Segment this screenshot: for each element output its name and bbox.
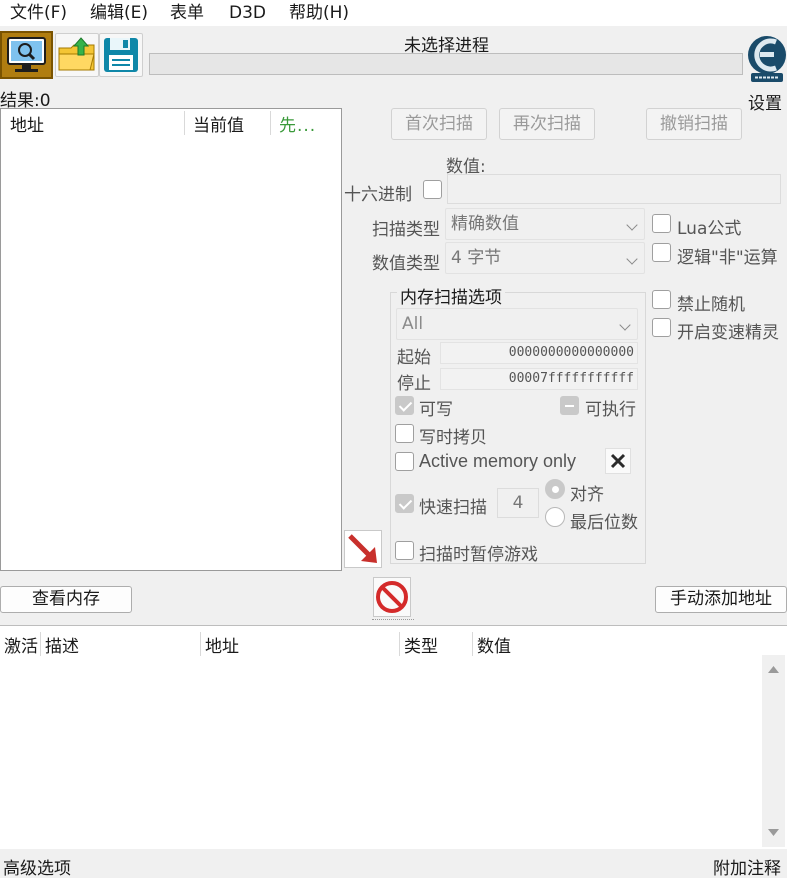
column-separator: [472, 632, 473, 656]
floppy-disk-icon: [104, 38, 138, 72]
column-separator: [200, 632, 201, 656]
column-value[interactable]: 数值: [477, 632, 511, 657]
undo-scan-button[interactable]: 撤销扫描: [646, 108, 742, 140]
menu-help[interactable]: 帮助(H): [289, 2, 349, 24]
settings-button[interactable]: [747, 28, 787, 84]
not-logic-label: 逻辑"非"运算: [677, 248, 778, 268]
hex-checkbox[interactable]: [423, 180, 442, 199]
column-separator: [399, 632, 400, 656]
column-previous-value[interactable]: 先...: [279, 111, 316, 136]
last-digits-label: 最后位数: [570, 513, 638, 533]
value-input[interactable]: [447, 174, 781, 204]
writable-checkbox[interactable]: [395, 396, 414, 415]
scroll-down-icon: [768, 829, 779, 836]
active-memory-label: Active memory only: [419, 451, 577, 471]
column-separator: [184, 111, 185, 135]
arrow-down-right-icon: [348, 534, 377, 563]
add-selected-to-list-button[interactable]: [344, 530, 382, 568]
speedhack-label: 开启变速精灵: [677, 323, 779, 343]
next-scan-button[interactable]: 再次扫描: [499, 108, 595, 140]
lua-formula-label: Lua公式: [677, 219, 742, 239]
open-file-button[interactable]: [55, 33, 99, 77]
column-address[interactable]: 地址: [10, 111, 44, 136]
menu-edit[interactable]: 编辑(E): [90, 2, 148, 24]
fast-scan-alignment-input[interactable]: 4: [497, 488, 539, 518]
scan-progress-bar: [149, 53, 743, 75]
memory-scan-options-title: 内存扫描选项: [397, 283, 505, 308]
column-address[interactable]: 地址: [205, 632, 239, 657]
computer-icon: [7, 37, 46, 72]
found-address-list[interactable]: 地址 当前值 先...: [0, 108, 342, 571]
speedhack-checkbox[interactable]: [652, 318, 671, 337]
no-entry-icon: [376, 581, 408, 613]
view-memory-button[interactable]: 查看内存: [0, 586, 132, 613]
value-type-value: 4 字节: [451, 248, 502, 268]
add-address-manually-button[interactable]: 手动添加地址: [655, 586, 787, 613]
open-process-button[interactable]: [0, 31, 53, 79]
column-active[interactable]: 激活: [4, 632, 38, 657]
status-bar: 高级选项 附加注释: [0, 849, 787, 878]
column-description[interactable]: 描述: [45, 632, 79, 657]
scan-type-value: 精确数值: [451, 214, 519, 234]
writable-label: 可写: [419, 400, 453, 420]
stop-address-input[interactable]: 00007fffffffffff: [440, 368, 638, 390]
start-address-label: 起始: [397, 348, 431, 368]
stop-address-label: 停止: [397, 374, 431, 394]
lua-formula-checkbox[interactable]: [652, 214, 671, 233]
no-random-checkbox[interactable]: [652, 290, 671, 309]
cheat-engine-logo-icon: [748, 36, 786, 82]
align-radio[interactable]: [545, 479, 565, 499]
folder-open-icon: [58, 37, 95, 71]
clear-list-button[interactable]: [373, 577, 411, 617]
not-logic-checkbox[interactable]: [652, 243, 671, 262]
first-scan-button[interactable]: 首次扫描: [391, 108, 487, 140]
hex-label: 十六进制: [344, 185, 412, 205]
scroll-up-icon: [768, 666, 779, 673]
save-button[interactable]: [99, 33, 143, 77]
scan-type-label: 扫描类型: [372, 220, 440, 240]
splitter-handle[interactable]: [372, 619, 414, 622]
fast-scan-checkbox[interactable]: [395, 494, 414, 513]
no-random-label: 禁止随机: [677, 295, 745, 315]
menu-table[interactable]: 表单: [170, 2, 204, 24]
copy-on-write-label: 写时拷贝: [419, 428, 487, 448]
fast-scan-label: 快速扫描: [419, 498, 487, 518]
executable-checkbox[interactable]: [560, 396, 579, 415]
cheat-table-scrollbar[interactable]: [762, 655, 785, 847]
value-type-label: 数值类型: [372, 254, 440, 274]
scan-type-select[interactable]: 精确数值: [445, 208, 645, 240]
start-address-input[interactable]: 0000000000000000: [440, 342, 638, 364]
chevron-down-icon: [619, 319, 631, 331]
menu-d3d[interactable]: D3D: [229, 2, 266, 24]
executable-label: 可执行: [585, 400, 636, 420]
column-type[interactable]: 类型: [404, 632, 438, 657]
advanced-options-button[interactable]: 高级选项: [3, 854, 71, 878]
column-separator: [40, 632, 41, 656]
settings-label[interactable]: 设置: [748, 89, 782, 114]
copy-on-write-checkbox[interactable]: [395, 424, 414, 443]
memory-region-select[interactable]: All: [396, 308, 638, 340]
menu-bar: 文件(F) 编辑(E) 表单 D3D 帮助(H): [0, 0, 787, 26]
memory-region-value: All: [402, 314, 424, 334]
table-comments-button[interactable]: 附加注释: [713, 854, 781, 878]
chevron-down-icon: [626, 219, 638, 231]
last-digits-radio[interactable]: [545, 507, 565, 527]
close-icon: [610, 453, 626, 469]
active-memory-checkbox[interactable]: [395, 452, 414, 471]
column-current-value[interactable]: 当前值: [193, 111, 244, 136]
pause-game-label: 扫描时暂停游戏: [419, 545, 538, 565]
pause-game-checkbox[interactable]: [395, 541, 414, 560]
column-separator: [270, 111, 271, 135]
clear-active-memory-button[interactable]: [605, 448, 631, 474]
value-type-select[interactable]: 4 字节: [445, 242, 645, 274]
align-label: 对齐: [570, 485, 604, 505]
cheat-table[interactable]: 激活 描述 地址 类型 数值: [0, 625, 787, 849]
chevron-down-icon: [626, 253, 638, 265]
menu-file[interactable]: 文件(F): [10, 2, 67, 24]
